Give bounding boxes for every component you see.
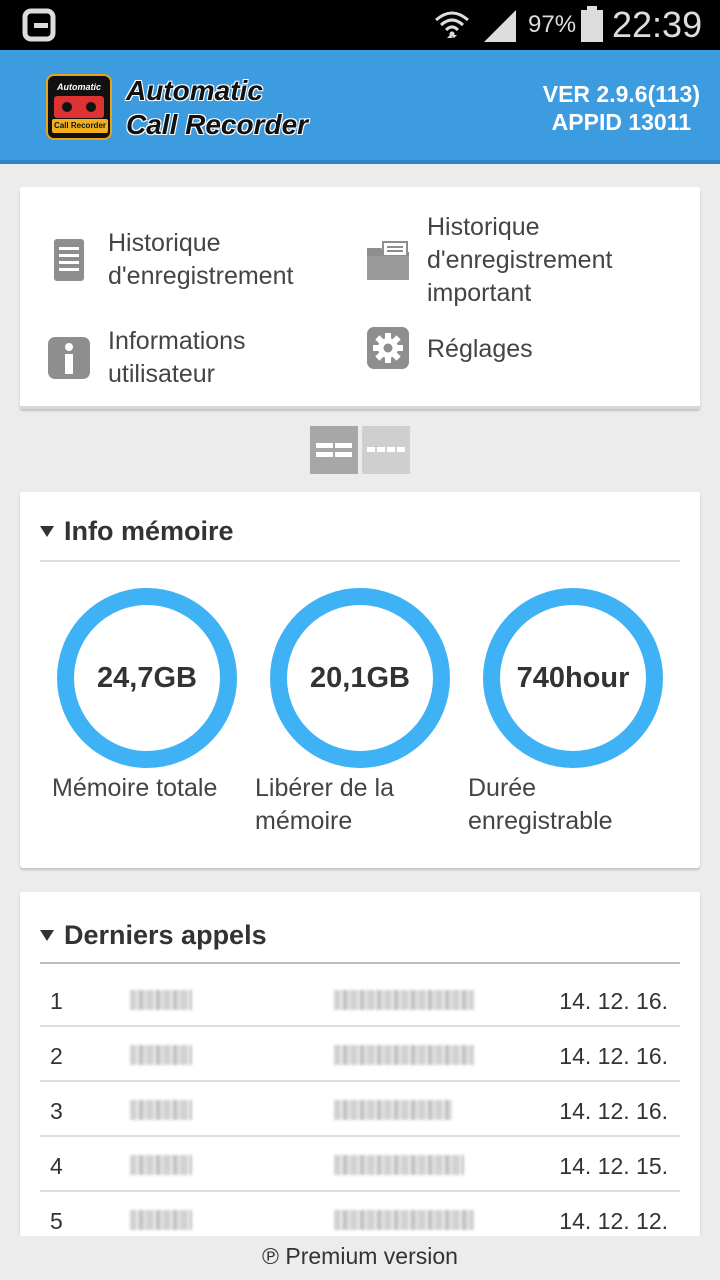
menu-label: Historique d'enregistrement	[108, 229, 294, 290]
gauge-label: Durée enregistrable	[468, 774, 613, 835]
menu-label: Réglages	[427, 334, 533, 363]
battery-percent: 97%	[528, 11, 577, 38]
logo-text-top: Automatic	[56, 82, 101, 92]
menu-label: Historique d'enregistrement important	[427, 213, 613, 307]
blurred-phone-number	[334, 1210, 474, 1230]
blurred-contact-name	[130, 1155, 192, 1175]
carrier-logo-icon	[22, 8, 56, 42]
menu-important-history[interactable]: Historique d'enregistrement important	[365, 211, 612, 310]
menu-card: Historique d'enregistrement Historique d…	[20, 187, 700, 409]
divider	[40, 560, 680, 562]
memory-info-card: Info mémoire 24,7GB 20,1GB 740hour Mémoi…	[20, 492, 700, 868]
app-header: Automatic Call Recorder Automatic Call R…	[0, 50, 720, 164]
blurred-phone-number	[334, 1155, 464, 1175]
folder-icon	[367, 240, 409, 280]
pager-two-column-button[interactable]	[310, 426, 358, 474]
call-index: 1	[50, 988, 63, 1014]
wifi-icon	[435, 11, 469, 38]
logo-text-bottom: Call Recorder	[52, 119, 108, 133]
blurred-contact-name	[130, 1045, 192, 1065]
call-date: 14. 12. 16.	[559, 1043, 668, 1069]
call-row[interactable]: 5 14. 12. 12.	[40, 1192, 680, 1238]
premium-version-link[interactable]: ℗ Premium version	[0, 1236, 720, 1280]
gauge-value: 740hour	[516, 661, 630, 694]
recent-calls-title: Derniers appels	[64, 920, 267, 950]
collapse-triangle-icon	[40, 526, 54, 537]
memory-title: Info mémoire	[64, 516, 234, 546]
battery-icon	[581, 6, 603, 42]
premium-label: Premium version	[285, 1243, 458, 1269]
menu-settings[interactable]: Réglages	[365, 325, 533, 371]
blurred-contact-name	[130, 1210, 192, 1230]
pager-four-column-button[interactable]	[362, 426, 410, 474]
memory-section-header[interactable]: Info mémoire	[40, 516, 234, 547]
call-row[interactable]: 4 14. 12. 15.	[40, 1137, 680, 1192]
signal-icon	[484, 10, 516, 42]
call-index: 4	[50, 1153, 63, 1179]
app-title: Automatic Call Recorder	[126, 74, 308, 142]
gauge-value: 24,7GB	[97, 661, 197, 694]
gauge-label: Libérer de la mémoire	[255, 774, 394, 835]
call-row[interactable]: 3 14. 12. 16.	[40, 1082, 680, 1137]
recent-calls-section-header[interactable]: Derniers appels	[40, 920, 267, 951]
clock: 22:39	[612, 4, 703, 45]
blurred-phone-number	[334, 990, 474, 1010]
recordable-duration-gauge: 740hour	[483, 588, 663, 768]
list-document-icon	[54, 239, 84, 281]
total-memory-gauge: 24,7GB	[57, 588, 237, 768]
call-date: 14. 12. 16.	[559, 1098, 668, 1124]
gear-icon	[367, 327, 409, 369]
divider	[40, 962, 680, 964]
appid-label: APPID 13011	[551, 109, 692, 135]
premium-icon: ℗	[262, 1243, 279, 1269]
version-label: VER 2.9.6(113)	[542, 81, 700, 107]
call-row[interactable]: 1 14. 12. 16.	[40, 972, 680, 1027]
call-date: 14. 12. 15.	[559, 1153, 668, 1179]
free-memory-gauge: 20,1GB	[270, 588, 450, 768]
call-index: 5	[50, 1208, 63, 1234]
app-logo: Automatic Call Recorder	[46, 74, 112, 140]
menu-user-info[interactable]: Informations utilisateur	[46, 325, 246, 391]
call-index: 3	[50, 1098, 63, 1124]
recent-calls-card: Derniers appels 1 14. 12. 16. 2 14. 12. …	[20, 892, 700, 1238]
version-info: VER 2.9.6(113) APPID 13011	[543, 80, 700, 136]
status-bar: 97% 22:39	[0, 0, 720, 50]
call-index: 2	[50, 1043, 63, 1069]
call-date: 14. 12. 12.	[559, 1208, 668, 1234]
menu-label: Informations utilisateur	[108, 327, 246, 388]
menu-recording-history[interactable]: Historique d'enregistrement	[46, 227, 293, 293]
blurred-phone-number	[334, 1045, 474, 1065]
app-title-line2: Call Recorder	[126, 109, 309, 140]
blurred-contact-name	[130, 990, 192, 1010]
blurred-contact-name	[130, 1100, 192, 1120]
collapse-triangle-icon	[40, 930, 54, 941]
layout-pager	[310, 426, 410, 474]
gauge-label: Mémoire totale	[52, 774, 218, 802]
call-date: 14. 12. 16.	[559, 988, 668, 1014]
blurred-phone-number	[334, 1100, 452, 1120]
info-icon	[48, 337, 90, 379]
app-title-line1: Automatic	[126, 75, 263, 106]
gauge-value: 20,1GB	[310, 661, 410, 694]
cassette-icon	[54, 96, 104, 118]
call-row[interactable]: 2 14. 12. 16.	[40, 1027, 680, 1082]
